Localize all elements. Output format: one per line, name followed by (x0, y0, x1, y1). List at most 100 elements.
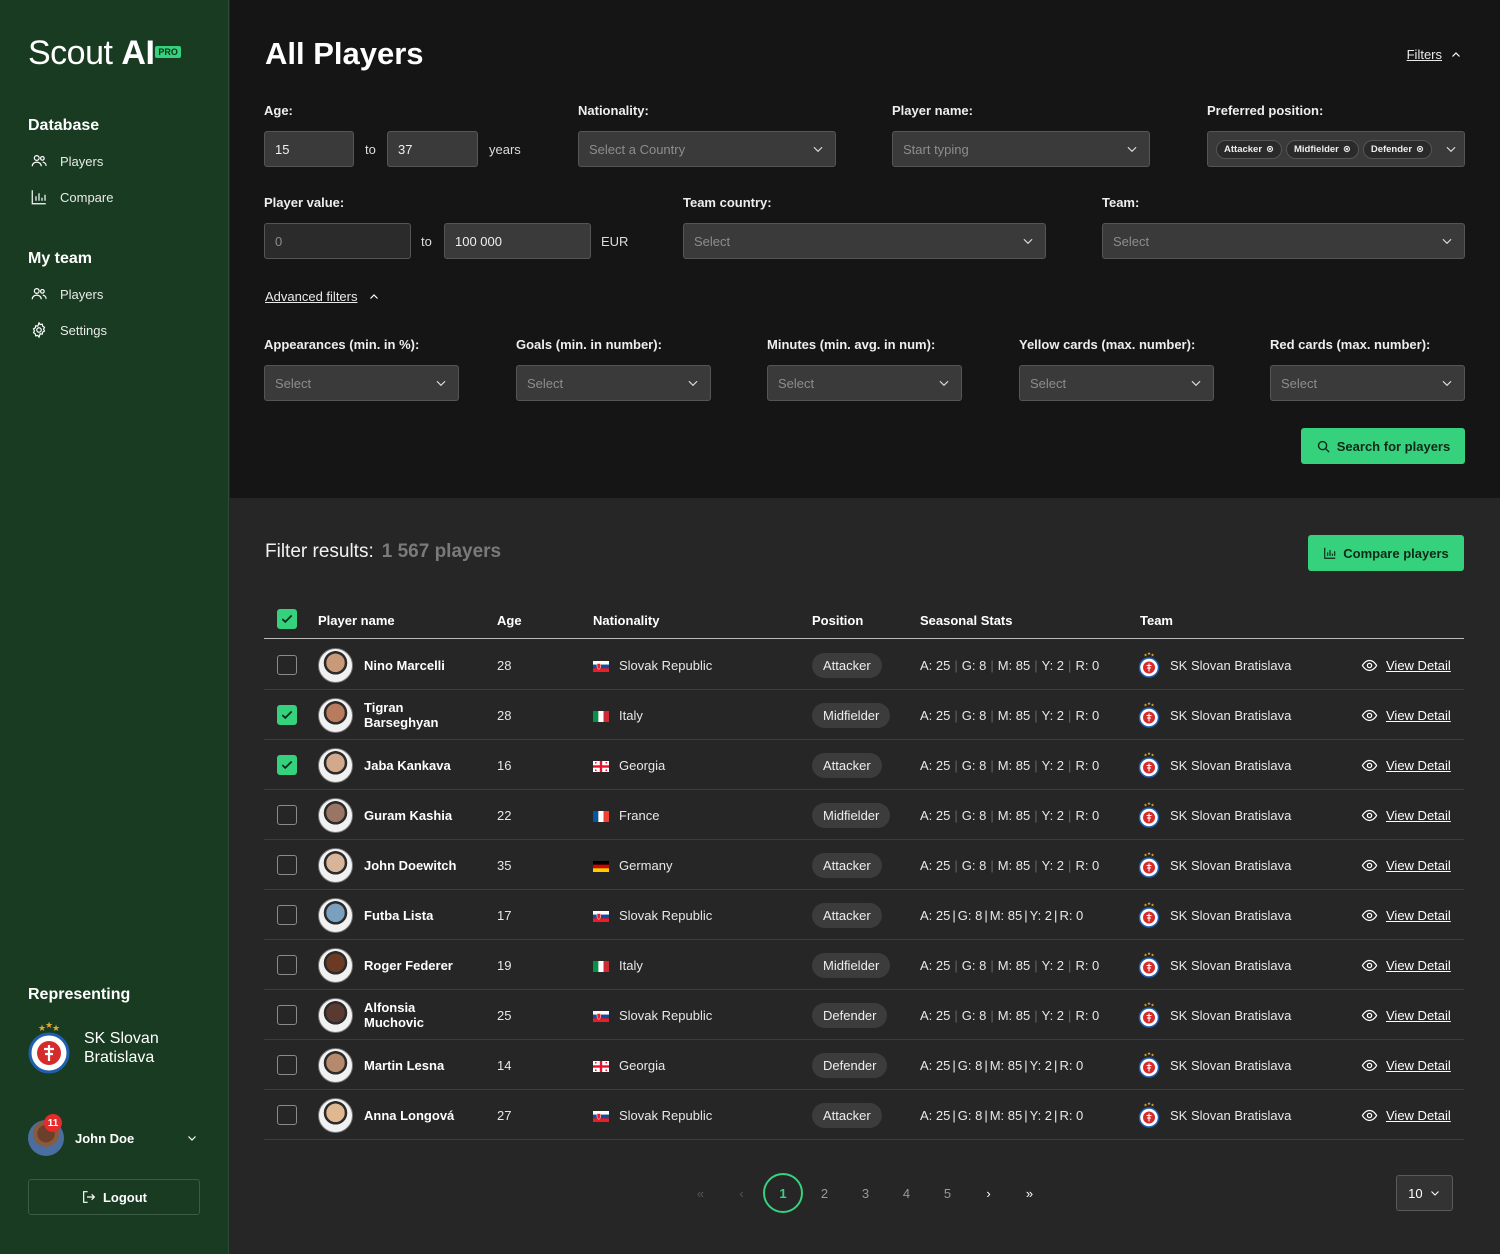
user-menu[interactable]: 11 John Doe (28, 1114, 198, 1156)
view-detail-link[interactable]: View Detail (1361, 790, 1451, 840)
player-age: 14 (497, 1057, 512, 1073)
view-detail-link[interactable]: View Detail (1361, 1040, 1451, 1090)
row-checkbox[interactable] (277, 655, 297, 675)
sidebar-item-myteam-players[interactable]: Players (30, 285, 103, 303)
yellow-cards-select[interactable]: Select (1019, 365, 1214, 401)
view-detail-link[interactable]: View Detail (1361, 640, 1451, 690)
column-header-age[interactable]: Age (497, 613, 522, 628)
team-country-select[interactable]: Select (683, 223, 1046, 259)
search-players-button[interactable]: Search for players (1301, 428, 1465, 464)
advanced-filters-toggle[interactable]: Advanced filters (265, 289, 380, 304)
red-cards-select[interactable]: Select (1270, 365, 1465, 401)
player-name[interactable]: Tigran Barseghyan (364, 700, 474, 730)
player-name-placeholder: Start typing (903, 141, 969, 157)
player-name[interactable]: Alfonsia Muchovic (364, 1000, 474, 1030)
player-name-select[interactable]: Start typing (892, 131, 1150, 167)
view-detail-link[interactable]: View Detail (1361, 690, 1451, 740)
age-to-input[interactable] (387, 131, 478, 167)
table-row[interactable]: Roger Federer 19 Italy Midfielder A: 25 | G: 8… (264, 940, 1464, 990)
logout-icon (83, 1191, 96, 1203)
page-button-5[interactable]: 5 (927, 1186, 968, 1201)
position-chip[interactable]: Defender ⊗ (1362, 139, 1432, 159)
next-page-button[interactable]: › (968, 1186, 1009, 1201)
goals-select[interactable]: Select (516, 365, 711, 401)
position-badge: Midfielder (812, 952, 891, 978)
position-chip[interactable]: Attacker ⊗ (1216, 139, 1282, 159)
view-detail-link[interactable]: View Detail (1361, 1090, 1451, 1140)
row-checkbox[interactable] (277, 905, 297, 925)
team-select[interactable]: Select (1102, 223, 1465, 259)
row-checkbox[interactable] (277, 755, 297, 775)
logout-button[interactable]: Logout (28, 1179, 200, 1215)
page-button-1[interactable]: 1 (763, 1173, 803, 1213)
select-all-checkbox[interactable] (277, 609, 297, 629)
app-logo[interactable]: Scout AI PRO (28, 34, 181, 73)
table-row[interactable]: Martin Lesna 14 Georgia Defender A: 25 | G: 8 |… (264, 1040, 1464, 1090)
player-avatar (318, 998, 353, 1033)
last-page-button[interactable]: » (1009, 1186, 1050, 1201)
sidebar-item-compare[interactable]: Compare (30, 188, 113, 206)
remove-icon[interactable]: ⊗ (1266, 144, 1274, 155)
per-page-select[interactable]: 10 (1396, 1175, 1453, 1211)
filters-toggle[interactable]: Filters (1407, 47, 1462, 62)
player-name[interactable]: Anna Longová (364, 1108, 474, 1123)
view-detail-link[interactable]: View Detail (1361, 940, 1451, 990)
table-row[interactable]: Tigran Barseghyan 28 Italy Midfielder A: 25 |… (264, 690, 1464, 740)
player-name[interactable]: Nino Marcelli (364, 658, 474, 673)
nationality-select[interactable]: Select a Country (578, 131, 836, 167)
column-header-position[interactable]: Position (812, 613, 863, 628)
row-checkbox[interactable] (277, 1005, 297, 1025)
table-row[interactable]: Alfonsia Muchovic 25 Slovak Republic Defend… (264, 990, 1464, 1040)
page-button-3[interactable]: 3 (845, 1186, 886, 1201)
first-page-button[interactable]: « (680, 1186, 721, 1201)
view-detail-link[interactable]: View Detail (1361, 840, 1451, 890)
row-checkbox[interactable] (277, 855, 297, 875)
table-row[interactable]: Futba Lista 17 Slovak Republic Attacker A: 2… (264, 890, 1464, 940)
representing-heading: Representing (28, 986, 131, 1003)
player-avatar (318, 648, 353, 683)
player-avatar (318, 698, 353, 733)
team-name: SK Slovan Bratislava (1170, 757, 1292, 773)
view-detail-link[interactable]: View Detail (1361, 740, 1451, 790)
player-name-label: Player name: (892, 103, 973, 118)
player-name[interactable]: Guram Kashia (364, 808, 474, 823)
column-header-player-name[interactable]: Player name (318, 613, 395, 628)
row-checkbox[interactable] (277, 805, 297, 825)
prev-page-button[interactable]: ‹ (721, 1186, 762, 1201)
column-header-team[interactable]: Team (1140, 613, 1173, 628)
sidebar-item-database-players[interactable]: Players (30, 152, 103, 170)
value-to-input[interactable] (444, 223, 591, 259)
player-name[interactable]: Roger Federer (364, 958, 474, 973)
table-row[interactable]: John Doewitch 35 Germany Attacker A: 25 | G: 8… (264, 840, 1464, 890)
view-detail-link[interactable]: View Detail (1361, 990, 1451, 1040)
player-name[interactable]: John Doewitch (364, 858, 474, 873)
table-row[interactable]: Nino Marcelli 28 Slovak Republic Attacker A:… (264, 640, 1464, 690)
appearances-select[interactable]: Select (264, 365, 459, 401)
table-row[interactable]: Jaba Kankava 16 Georgia Attacker A: 25 | G: 8 |… (264, 740, 1464, 790)
column-header-nationality[interactable]: Nationality (593, 613, 659, 628)
position-multiselect[interactable]: Attacker ⊗ Midfielder ⊗ Defender ⊗ (1207, 131, 1465, 167)
row-checkbox[interactable] (277, 955, 297, 975)
row-checkbox[interactable] (277, 1105, 297, 1125)
minutes-select[interactable]: Select (767, 365, 962, 401)
player-name[interactable]: Futba Lista (364, 908, 474, 923)
table-row[interactable]: Guram Kashia 22 France Midfielder A: 25 | G: 8… (264, 790, 1464, 840)
column-header-seasonal-stats[interactable]: Seasonal Stats (920, 613, 1013, 628)
player-name[interactable]: Martin Lesna (364, 1058, 474, 1073)
age-from-input[interactable] (264, 131, 354, 167)
remove-icon[interactable]: ⊗ (1416, 144, 1424, 155)
compare-players-button[interactable]: Compare players (1308, 535, 1464, 571)
view-detail-link[interactable]: View Detail (1361, 890, 1451, 940)
value-from-input[interactable] (264, 223, 411, 259)
sidebar-item-settings[interactable]: Settings (30, 321, 107, 339)
page-button-2[interactable]: 2 (804, 1186, 845, 1201)
position-chip[interactable]: Midfielder ⊗ (1286, 139, 1359, 159)
player-name[interactable]: Jaba Kankava (364, 758, 474, 773)
row-checkbox[interactable] (277, 705, 297, 725)
row-checkbox[interactable] (277, 1055, 297, 1075)
remove-icon[interactable]: ⊗ (1343, 144, 1351, 155)
stat-value: A: 25 (920, 707, 951, 723)
page-button-4[interactable]: 4 (886, 1186, 927, 1201)
stat-value: R: 0 (1059, 1107, 1084, 1123)
table-row[interactable]: Anna Longová 27 Slovak Republic Attacker A: … (264, 1090, 1464, 1140)
